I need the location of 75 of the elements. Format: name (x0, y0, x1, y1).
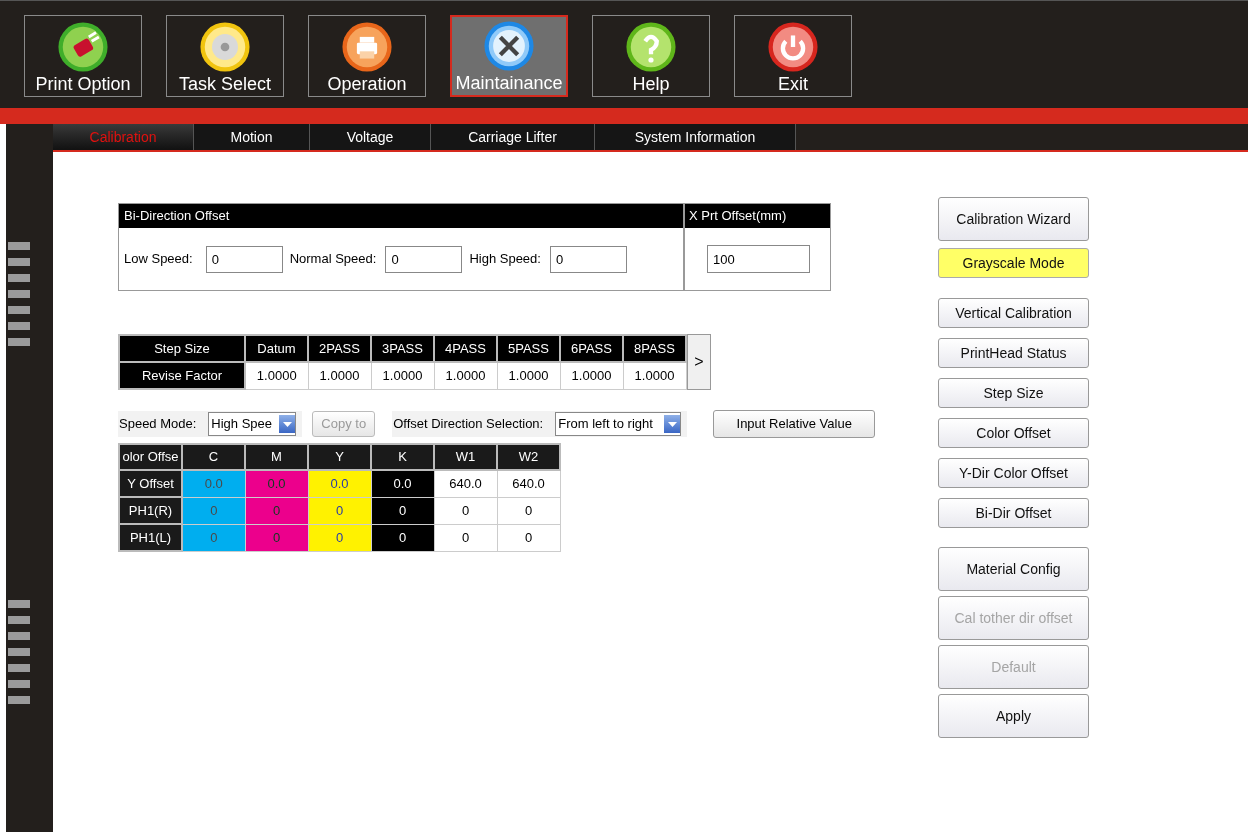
side-button[interactable]: Vertical Calibration (938, 298, 1089, 328)
field-label: Speed Mode: (119, 415, 197, 434)
input-field[interactable]: 0 (385, 245, 463, 273)
input-relative-button[interactable]: Input Relative Value (713, 410, 876, 438)
strip-mark (8, 616, 30, 624)
strip-mark (8, 274, 30, 282)
tab[interactable]: Voltage (310, 124, 431, 150)
table-header: 5PASS (497, 335, 560, 362)
table-header: W1 (434, 444, 497, 470)
caret-icon (664, 415, 681, 433)
strip-mark (8, 242, 30, 250)
field-label: High Speed: (469, 250, 541, 269)
table-header: 8PASS (623, 335, 686, 362)
plug-icon (57, 21, 109, 73)
toolbar-button[interactable]: Maintainance (450, 15, 568, 97)
strip-mark (8, 306, 30, 314)
panel-title: Bi-Direction Offset (119, 204, 683, 228)
side-button[interactable]: Bi-Dir Offset (938, 498, 1089, 528)
field-label: Normal Speed: (289, 250, 377, 269)
strip-mark (8, 696, 30, 704)
input-field[interactable]: 0 (205, 245, 283, 273)
strip-mark (8, 258, 30, 266)
table-header: 4PASS (434, 335, 497, 362)
table-header: C (182, 444, 245, 470)
toolbar-button[interactable]: Task Select (166, 15, 284, 97)
table-header: K (371, 444, 434, 470)
caret-icon (279, 415, 296, 433)
table-header: olor Offse (119, 444, 182, 470)
toolbar-button[interactable]: Help (592, 15, 710, 97)
side-button[interactable]: Y-Dir Color Offset (938, 458, 1089, 488)
row-header: PH1(R) (119, 497, 182, 524)
input-field[interactable]: 0 (549, 245, 627, 273)
side-button[interactable]: PrintHead Status (938, 338, 1089, 368)
dropdown[interactable]: From left to right (555, 412, 682, 436)
strip-mark (8, 632, 30, 640)
table-header: Step Size (119, 335, 245, 362)
toolbar-button[interactable]: Operation (308, 15, 426, 97)
strip-mark (8, 664, 30, 672)
table-header: M (245, 444, 308, 470)
strip-mark (8, 600, 30, 608)
tab[interactable]: System Information (595, 124, 796, 150)
side-button[interactable]: Calibration Wizard (938, 197, 1089, 241)
side-button[interactable]: Step Size (938, 378, 1089, 408)
dropdown[interactable]: High Spee (208, 412, 297, 436)
table-header: Datum (245, 335, 308, 362)
help-icon (625, 21, 677, 73)
side-button[interactable]: Color Offset (938, 418, 1089, 448)
tab[interactable]: Motion (194, 124, 310, 150)
printer-icon (341, 21, 393, 73)
row-header: Y Offset (119, 470, 182, 497)
strip-mark (8, 290, 30, 298)
disc-icon (199, 21, 251, 73)
strip-mark (8, 648, 30, 656)
side-button[interactable]: Apply (938, 694, 1089, 738)
strip-mark (8, 322, 30, 330)
strip-mark (8, 338, 30, 346)
table-header: Y (308, 444, 371, 470)
field-label: Low Speed: (124, 250, 193, 269)
side-button[interactable]: Grayscale Mode (938, 248, 1089, 278)
table-header: 2PASS (308, 335, 371, 362)
tab[interactable]: Carriage Lifter (431, 124, 595, 150)
power-icon (767, 21, 819, 73)
toolbar-button[interactable]: Exit (734, 15, 852, 97)
strip-mark (8, 680, 30, 688)
row-header: PH1(L) (119, 524, 182, 551)
table-header: W2 (497, 444, 560, 470)
input-field[interactable]: 100 (707, 245, 810, 273)
scroll-right-button[interactable]: > (687, 334, 711, 390)
table-header: 6PASS (560, 335, 623, 362)
table-header: 3PASS (371, 335, 434, 362)
toolbar-button[interactable]: Print Option (24, 15, 142, 97)
field-label: Offset Direction Selection: (393, 415, 544, 434)
panel-title: X Prt Offset(mm) (685, 204, 830, 228)
side-button[interactable]: Material Config (938, 547, 1089, 591)
table-header: Revise Factor (119, 362, 245, 389)
